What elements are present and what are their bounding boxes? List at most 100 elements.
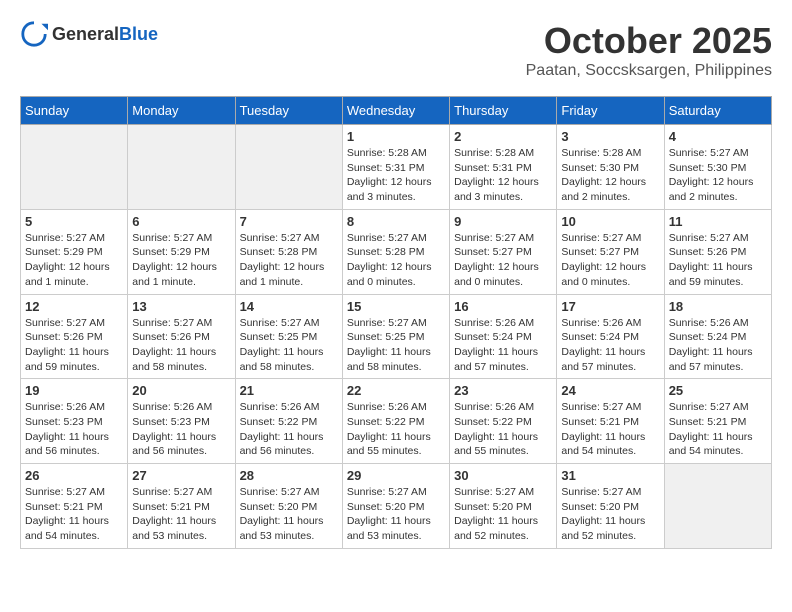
day-info: Sunrise: 5:26 AMSunset: 5:22 PMDaylight:… — [454, 400, 552, 459]
day-header-saturday: Saturday — [664, 97, 771, 125]
day-number: 28 — [240, 468, 338, 483]
calendar-day-cell: 31 Sunrise: 5:27 AMSunset: 5:20 PMDayligh… — [557, 464, 664, 549]
day-info: Sunrise: 5:26 AMSunset: 5:23 PMDaylight:… — [132, 400, 230, 459]
day-number: 23 — [454, 383, 552, 398]
calendar-day-cell: 5Sunrise: 5:27 AMSunset: 5:29 PMDaylight… — [21, 209, 128, 294]
day-info: Sunrise: 5:28 AMSunset: 5:30 PMDaylight:… — [561, 146, 659, 205]
calendar-day-cell: 12 Sunrise: 5:27 AMSunset: 5:26 PMDayligh… — [21, 294, 128, 379]
day-info: Sunrise: 5:26 AMSunset: 5:24 PMDaylight:… — [454, 316, 552, 375]
day-number: 20 — [132, 383, 230, 398]
calendar-table: SundayMondayTuesdayWednesdayThursdayFrid… — [20, 96, 772, 549]
calendar-header-row: SundayMondayTuesdayWednesdayThursdayFrid… — [21, 97, 772, 125]
day-info: Sunrise: 5:27 AMSunset: 5:29 PMDaylight:… — [25, 231, 123, 290]
day-number: 18 — [669, 299, 767, 314]
day-info: Sunrise: 5:27 AMSunset: 5:26 PMDaylight:… — [25, 316, 123, 375]
day-number: 8 — [347, 214, 445, 229]
calendar-day-cell: 1 Sunrise: 5:28 AMSunset: 5:31 PMDaylight… — [342, 125, 449, 210]
day-info: Sunrise: 5:28 AMSunset: 5:31 PMDaylight:… — [454, 146, 552, 205]
calendar-day-cell: 11Sunrise: 5:27 AMSunset: 5:26 PMDayligh… — [664, 209, 771, 294]
day-info: Sunrise: 5:26 AMSunset: 5:22 PMDaylight:… — [240, 400, 338, 459]
day-info: Sunrise: 5:27 AMSunset: 5:27 PMDaylight:… — [561, 231, 659, 290]
calendar-day-cell: 3 Sunrise: 5:28 AMSunset: 5:30 PMDaylight… — [557, 125, 664, 210]
day-info: Sunrise: 5:26 AMSunset: 5:22 PMDaylight:… — [347, 400, 445, 459]
day-info: Sunrise: 5:27 AMSunset: 5:20 PMDaylight:… — [454, 485, 552, 544]
day-number: 21 — [240, 383, 338, 398]
calendar-day-cell: 2 Sunrise: 5:28 AMSunset: 5:31 PMDaylight… — [450, 125, 557, 210]
day-number: 26 — [25, 468, 123, 483]
day-number: 22 — [347, 383, 445, 398]
calendar-week-row: 1 Sunrise: 5:28 AMSunset: 5:31 PMDaylight… — [21, 125, 772, 210]
day-info: Sunrise: 5:27 AMSunset: 5:21 PMDaylight:… — [561, 400, 659, 459]
calendar-day-cell: 26 Sunrise: 5:27 AMSunset: 5:21 PMDayligh… — [21, 464, 128, 549]
day-info: Sunrise: 5:27 AMSunset: 5:20 PMDaylight:… — [240, 485, 338, 544]
calendar-day-cell: 4 Sunrise: 5:27 AMSunset: 5:30 PMDaylight… — [664, 125, 771, 210]
calendar-day-cell: 8 Sunrise: 5:27 AMSunset: 5:28 PMDaylight… — [342, 209, 449, 294]
calendar-week-row: 19 Sunrise: 5:26 AMSunset: 5:23 PMDayligh… — [21, 379, 772, 464]
calendar-day-cell: 18 Sunrise: 5:26 AMSunset: 5:24 PMDayligh… — [664, 294, 771, 379]
day-info: Sunrise: 5:27 AMSunset: 5:21 PMDaylight:… — [25, 485, 123, 544]
day-number: 10 — [561, 214, 659, 229]
calendar-day-cell: 23 Sunrise: 5:26 AMSunset: 5:22 PMDayligh… — [450, 379, 557, 464]
calendar-day-cell: 9Sunrise: 5:27 AMSunset: 5:27 PMDaylight… — [450, 209, 557, 294]
day-number: 13 — [132, 299, 230, 314]
day-info: Sunrise: 5:27 AMSunset: 5:25 PMDaylight:… — [347, 316, 445, 375]
calendar-day-cell — [21, 125, 128, 210]
calendar-day-cell — [128, 125, 235, 210]
day-header-wednesday: Wednesday — [342, 97, 449, 125]
day-number: 2 — [454, 129, 552, 144]
calendar-day-cell: 27 Sunrise: 5:27 AMSunset: 5:21 PMDayligh… — [128, 464, 235, 549]
day-info: Sunrise: 5:26 AMSunset: 5:24 PMDaylight:… — [669, 316, 767, 375]
calendar-day-cell: 20 Sunrise: 5:26 AMSunset: 5:23 PMDayligh… — [128, 379, 235, 464]
day-info: Sunrise: 5:27 AMSunset: 5:30 PMDaylight:… — [669, 146, 767, 205]
day-info: Sunrise: 5:27 AMSunset: 5:21 PMDaylight:… — [132, 485, 230, 544]
calendar-day-cell: 29Sunrise: 5:27 AMSunset: 5:20 PMDayligh… — [342, 464, 449, 549]
day-number: 16 — [454, 299, 552, 314]
day-number: 1 — [347, 129, 445, 144]
day-info: Sunrise: 5:27 AMSunset: 5:25 PMDaylight:… — [240, 316, 338, 375]
day-info: Sunrise: 5:27 AMSunset: 5:20 PMDaylight:… — [561, 485, 659, 544]
day-number: 25 — [669, 383, 767, 398]
day-number: 15 — [347, 299, 445, 314]
day-number: 4 — [669, 129, 767, 144]
title-section: October 2025 Paatan, Soccsksargen, Phili… — [526, 20, 772, 80]
calendar-day-cell: 10 Sunrise: 5:27 AMSunset: 5:27 PMDayligh… — [557, 209, 664, 294]
day-info: Sunrise: 5:27 AMSunset: 5:26 PMDaylight:… — [669, 231, 767, 290]
calendar-day-cell: 15 Sunrise: 5:27 AMSunset: 5:25 PMDayligh… — [342, 294, 449, 379]
calendar-day-cell: 13 Sunrise: 5:27 AMSunset: 5:26 PMDayligh… — [128, 294, 235, 379]
calendar-day-cell: 24 Sunrise: 5:27 AMSunset: 5:21 PMDayligh… — [557, 379, 664, 464]
calendar-day-cell: 17Sunrise: 5:26 AMSunset: 5:24 PMDayligh… — [557, 294, 664, 379]
day-number: 31 — [561, 468, 659, 483]
day-number: 14 — [240, 299, 338, 314]
day-header-friday: Friday — [557, 97, 664, 125]
day-number: 27 — [132, 468, 230, 483]
day-info: Sunrise: 5:27 AMSunset: 5:28 PMDaylight:… — [240, 231, 338, 290]
day-number: 24 — [561, 383, 659, 398]
day-info: Sunrise: 5:27 AMSunset: 5:28 PMDaylight:… — [347, 231, 445, 290]
day-number: 6 — [132, 214, 230, 229]
day-number: 3 — [561, 129, 659, 144]
calendar-week-row: 5Sunrise: 5:27 AMSunset: 5:29 PMDaylight… — [21, 209, 772, 294]
calendar-day-cell: 22 Sunrise: 5:26 AMSunset: 5:22 PMDayligh… — [342, 379, 449, 464]
calendar-day-cell: 28 Sunrise: 5:27 AMSunset: 5:20 PMDayligh… — [235, 464, 342, 549]
day-info: Sunrise: 5:28 AMSunset: 5:31 PMDaylight:… — [347, 146, 445, 205]
day-number: 7 — [240, 214, 338, 229]
day-number: 19 — [25, 383, 123, 398]
calendar-day-cell: 16 Sunrise: 5:26 AMSunset: 5:24 PMDayligh… — [450, 294, 557, 379]
day-number: 30 — [454, 468, 552, 483]
logo: General Blue — [20, 20, 158, 48]
day-info: Sunrise: 5:27 AMSunset: 5:26 PMDaylight:… — [132, 316, 230, 375]
day-info: Sunrise: 5:27 AMSunset: 5:27 PMDaylight:… — [454, 231, 552, 290]
logo-general: General — [52, 24, 119, 45]
day-number: 12 — [25, 299, 123, 314]
day-number: 17 — [561, 299, 659, 314]
calendar-day-cell: 21 Sunrise: 5:26 AMSunset: 5:22 PMDayligh… — [235, 379, 342, 464]
calendar-day-cell: 14 Sunrise: 5:27 AMSunset: 5:25 PMDayligh… — [235, 294, 342, 379]
day-info: Sunrise: 5:26 AMSunset: 5:23 PMDaylight:… — [25, 400, 123, 459]
logo-icon — [20, 20, 48, 48]
day-info: Sunrise: 5:27 AMSunset: 5:21 PMDaylight:… — [669, 400, 767, 459]
calendar-day-cell: 19 Sunrise: 5:26 AMSunset: 5:23 PMDayligh… — [21, 379, 128, 464]
logo-blue: Blue — [119, 24, 158, 45]
calendar-week-row: 26 Sunrise: 5:27 AMSunset: 5:21 PMDayligh… — [21, 464, 772, 549]
page-header: General Blue October 2025 Paatan, Soccsk… — [20, 20, 772, 80]
page-subtitle: Paatan, Soccsksargen, Philippines — [526, 62, 772, 80]
